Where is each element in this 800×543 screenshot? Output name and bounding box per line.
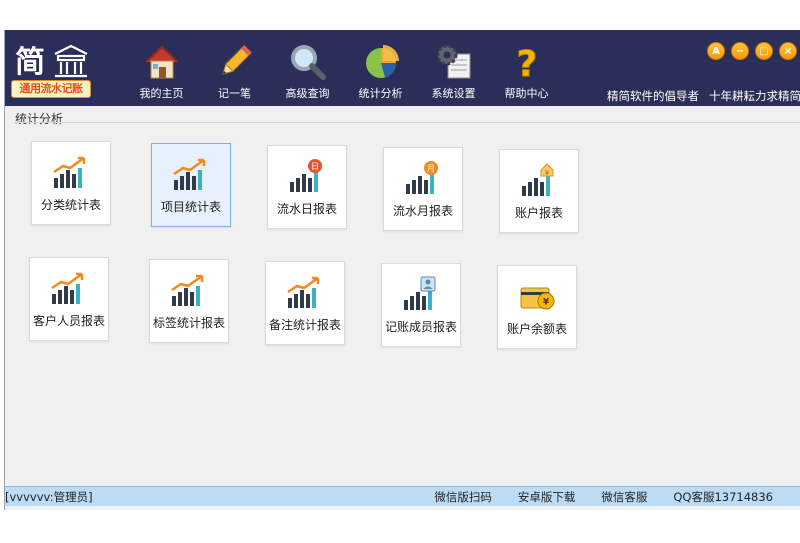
tile-member-report[interactable]: 记账成员报表 — [381, 263, 461, 347]
nav-search[interactable]: 高级查询 — [271, 38, 344, 104]
android-download-link[interactable]: 安卓版下载 — [518, 489, 576, 505]
tile-label: 项目统计表 — [160, 200, 221, 214]
account-chart-icon: ¥ — [522, 163, 554, 196]
tile-label: 客户人员报表 — [32, 314, 105, 328]
tile-label: 流水月报表 — [392, 204, 453, 218]
nav-statistics[interactable]: 统计分析 — [344, 38, 417, 104]
tile-tag-report[interactable]: 标签统计报表 — [149, 259, 229, 343]
main-nav: 我的主页 记一笔 高级查询 统计分析 系统设置 ? 帮助中心 — [125, 38, 563, 104]
close-button[interactable]: × — [779, 42, 797, 60]
nav-record[interactable]: 记一笔 — [198, 38, 271, 104]
wallet-icon: ¥ — [520, 287, 555, 310]
svg-text:¥: ¥ — [545, 169, 550, 177]
svg-text:简: 简 — [15, 45, 45, 78]
pie-chart-icon — [365, 45, 399, 78]
window-controls: A − □ × — [707, 42, 797, 60]
app-window: 简 通用流水记账 我的主页 记一笔 高级查询 统计分析 系统设置 ? 帮助中心 … — [4, 30, 800, 510]
nav-home-label: 我的主页 — [139, 87, 184, 100]
tile-label: 分类统计表 — [40, 198, 101, 212]
home-icon — [144, 45, 179, 79]
status-links: 微信版扫码 安卓版下载 微信客服 QQ客服13714836 — [408, 489, 773, 505]
svg-text:日: 日 — [311, 162, 319, 171]
nav-settings-label: 系统设置 — [431, 87, 476, 100]
minimize-button[interactable]: − — [731, 42, 749, 60]
wechat-service-link[interactable]: 微信客服 — [601, 489, 647, 505]
bar-chart-icon — [287, 276, 320, 308]
status-bar: [vvvvvv:管理员] 微信版扫码 安卓版下载 微信客服 QQ客服137148… — [5, 486, 800, 506]
tile-project-report[interactable]: 项目统计表 — [151, 143, 231, 227]
report-panel: 分类统计表 项目统计表 日 流水日报表 月 流水月报表 ¥ 账户报表 客户人员报… — [13, 122, 800, 478]
app-logo: 简 通用流水记账 — [9, 44, 93, 100]
slogan-2: 十年耕耘力求精简 — [709, 89, 800, 103]
tile-category-report[interactable]: 分类统计表 — [31, 141, 111, 225]
bar-chart-icon — [51, 272, 84, 304]
tile-label: 标签统计报表 — [152, 316, 225, 330]
tile-label: 流水日报表 — [276, 202, 337, 216]
tile-label: 备注统计报表 — [268, 318, 341, 332]
nav-search-label: 高级查询 — [285, 87, 330, 100]
bar-chart-icon — [173, 158, 206, 190]
nav-statistics-label: 统计分析 — [358, 87, 403, 100]
bar-chart-icon — [53, 156, 86, 188]
slogan: 精简软件的倡导者 十年耕耘力求精简 — [597, 88, 800, 104]
monthly-chart-icon: 月 — [406, 161, 438, 194]
tile-balance-report[interactable]: ¥ 账户余额表 — [497, 265, 577, 349]
logo-glyphs-icon: 简 — [15, 44, 88, 78]
daily-chart-icon: 日 — [290, 159, 322, 192]
top-toolbar: 简 通用流水记账 我的主页 记一笔 高级查询 统计分析 系统设置 ? 帮助中心 … — [5, 30, 800, 106]
nav-help[interactable]: ? 帮助中心 — [490, 38, 563, 104]
tile-customer-report[interactable]: 客户人员报表 — [29, 257, 109, 341]
tile-monthly-report[interactable]: 月 流水月报表 — [383, 147, 463, 231]
question-icon: ? — [516, 44, 538, 83]
nav-settings[interactable]: 系统设置 — [417, 38, 490, 104]
font-size-button[interactable]: A — [707, 42, 725, 60]
current-user: [vvvvvv:管理员] — [5, 490, 93, 504]
tile-label: 账户余额表 — [506, 322, 567, 336]
svg-text:¥: ¥ — [543, 298, 550, 308]
bar-chart-icon — [171, 274, 204, 306]
magnifier-icon — [290, 45, 326, 80]
nav-record-label: 记一笔 — [218, 87, 251, 100]
logo-text: 通用流水记账 — [11, 80, 91, 98]
svg-text:?: ? — [516, 44, 537, 82]
tile-label: 记账成员报表 — [384, 320, 457, 334]
qq-service-link[interactable]: QQ客服13714836 — [673, 489, 773, 505]
wechat-scan-link[interactable]: 微信版扫码 — [434, 489, 492, 505]
slogan-1: 精简软件的倡导者 — [607, 89, 699, 103]
nav-help-label: 帮助中心 — [504, 87, 549, 100]
nav-home[interactable]: 我的主页 — [125, 38, 198, 104]
member-chart-icon — [404, 276, 436, 310]
tile-daily-report[interactable]: 日 流水日报表 — [267, 145, 347, 229]
svg-text:月: 月 — [427, 164, 435, 173]
maximize-button[interactable]: □ — [755, 42, 773, 60]
gear-icon — [436, 44, 470, 79]
tile-account-report[interactable]: ¥ 账户报表 — [499, 149, 579, 233]
tile-note-report[interactable]: 备注统计报表 — [265, 261, 345, 345]
tile-label: 账户报表 — [514, 206, 563, 220]
pencil-icon — [221, 45, 252, 75]
